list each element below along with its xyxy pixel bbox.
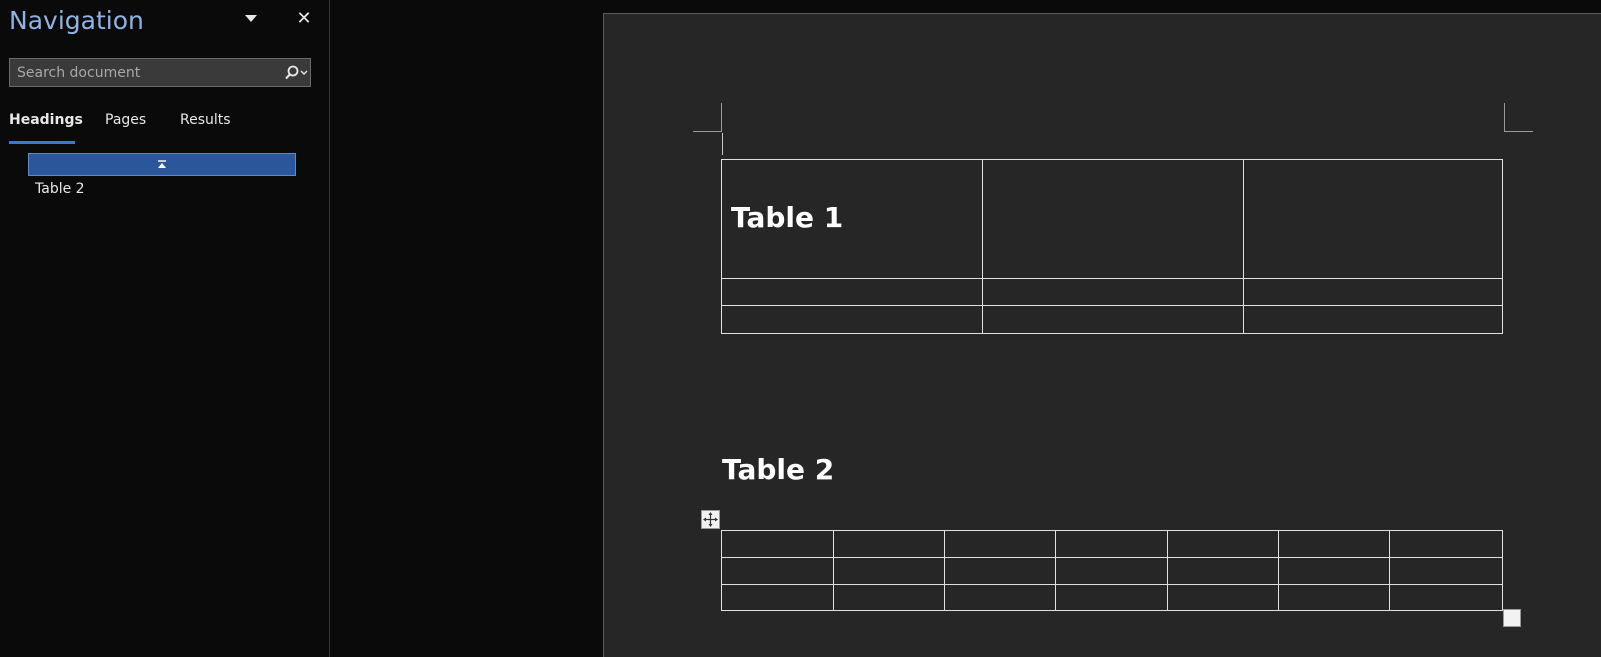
table-cell[interactable] (1055, 530, 1168, 558)
search-icon (285, 65, 308, 80)
heading-item-selected[interactable] (28, 153, 296, 176)
table-cell[interactable] (1055, 584, 1168, 611)
pane-options-dropdown-icon[interactable] (244, 12, 258, 24)
navigation-pane: Navigation ✕ Headings Pages Results (0, 0, 330, 657)
table-row (721, 530, 1503, 558)
table-cell[interactable] (1389, 584, 1503, 611)
table-cell[interactable] (1167, 557, 1279, 585)
search-input[interactable] (10, 59, 270, 86)
table-cell[interactable] (833, 584, 945, 611)
table-cell[interactable] (721, 530, 834, 558)
table-cell[interactable] (833, 530, 945, 558)
heading-item-table-2[interactable]: Table 2 (35, 181, 85, 197)
table-cell[interactable] (1389, 530, 1503, 558)
table-cell[interactable] (982, 305, 1244, 334)
table-cell[interactable] (1243, 278, 1503, 306)
table-2[interactable] (721, 530, 1503, 611)
table-cell[interactable] (982, 159, 1244, 279)
table-row (721, 584, 1503, 611)
table-cell[interactable] (721, 584, 834, 611)
table-cell[interactable] (1278, 584, 1390, 611)
tab-headings[interactable]: Headings (9, 112, 83, 128)
table-row: Table 1 (721, 159, 1503, 279)
heading-table-2: Table 2 (722, 453, 835, 486)
table-cell[interactable] (1167, 530, 1279, 558)
word-window: Navigation ✕ Headings Pages Results (0, 0, 1601, 657)
move-table-icon (703, 512, 718, 527)
tab-results[interactable]: Results (180, 112, 231, 128)
table-cell[interactable] (944, 557, 1056, 585)
close-icon[interactable]: ✕ (294, 9, 314, 29)
table-cell[interactable] (1278, 530, 1390, 558)
table-cell[interactable] (982, 278, 1244, 306)
heading-table-1: Table 1 (731, 200, 844, 234)
table-cell[interactable] (1389, 557, 1503, 585)
resize-table-handle[interactable] (1503, 609, 1521, 627)
search-box (9, 58, 311, 87)
search-button[interactable] (279, 63, 309, 83)
table-row (721, 278, 1503, 306)
collapse-icon[interactable] (156, 160, 168, 170)
table-cell[interactable] (721, 557, 834, 585)
table-cell[interactable] (1243, 159, 1503, 279)
table-cell[interactable] (833, 557, 945, 585)
table-cell[interactable] (721, 278, 983, 306)
table-cell[interactable] (1167, 584, 1279, 611)
table-cell[interactable] (944, 584, 1056, 611)
table-row (721, 557, 1503, 585)
table-cell[interactable] (1243, 305, 1503, 334)
text-cursor (722, 133, 723, 155)
crop-mark-top-left (693, 103, 722, 132)
move-table-handle[interactable] (701, 510, 720, 529)
active-tab-indicator (9, 141, 75, 144)
table-1[interactable]: Table 1 (721, 159, 1503, 334)
table-cell[interactable]: Table 1 (721, 159, 983, 279)
table-cell[interactable] (1278, 557, 1390, 585)
tab-pages[interactable]: Pages (105, 112, 146, 128)
table-row (721, 305, 1503, 334)
crop-mark-top-right (1504, 103, 1533, 132)
table-cell[interactable] (721, 305, 983, 334)
table-cell[interactable] (1055, 557, 1168, 585)
table-cell[interactable] (944, 530, 1056, 558)
navigation-title: Navigation (9, 6, 144, 35)
